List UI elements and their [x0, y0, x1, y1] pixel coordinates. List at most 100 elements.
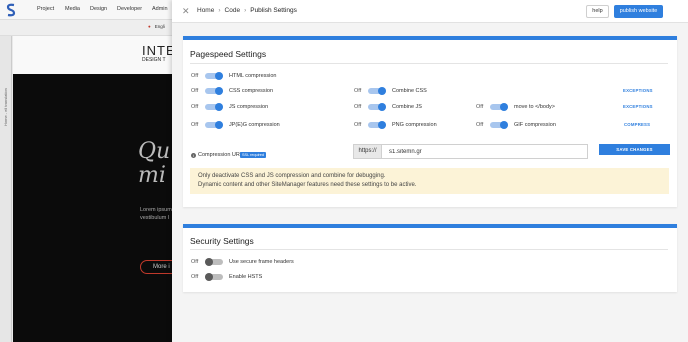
- card-divider: [190, 63, 668, 64]
- info-icon: i: [191, 153, 196, 158]
- pagespeed-title: Pagespeed Settings: [190, 49, 267, 59]
- background-topbar: Project Media Design Developer Admin: [0, 0, 172, 20]
- background-subbar: [0, 20, 172, 36]
- compression-url-input[interactable]: [382, 144, 588, 159]
- setting-png-compression: Off PNG compression: [354, 120, 437, 129]
- background-nav-media[interactable]: Media: [65, 6, 80, 12]
- breadcrumb-code[interactable]: Code: [225, 7, 241, 14]
- background-hero-title: INTE: [142, 43, 176, 58]
- background-vertical-bar: Home - ell translation: [0, 36, 12, 342]
- background-hero-script-line1: Qu: [138, 139, 171, 164]
- move-to-body-toggle[interactable]: [490, 102, 508, 111]
- background-hero-text-line2: vestibulum l: [140, 215, 170, 221]
- css-compression-toggle[interactable]: [205, 86, 223, 95]
- off-label: Off: [476, 103, 484, 110]
- combine-js-toggle[interactable]: [368, 102, 386, 111]
- ssl-required-badge: SSL required: [240, 151, 267, 158]
- publish-website-button[interactable]: publish website: [614, 5, 663, 18]
- html-compression-toggle[interactable]: [205, 71, 223, 80]
- gif-compression-toggle[interactable]: [490, 120, 508, 129]
- compress-link[interactable]: COMPRESS: [624, 122, 650, 127]
- setting-label: JP(E)G compression: [229, 121, 280, 128]
- setting-label: GIF compression: [514, 121, 556, 128]
- url-prefix: https://: [353, 144, 382, 159]
- background-hero-text-line1: Lorem ipsum: [140, 207, 172, 213]
- breadcrumb: Home › Code › Publish Settings: [197, 7, 297, 14]
- toggle-knob: [215, 71, 223, 80]
- off-label: Off: [191, 87, 199, 94]
- save-changes-button[interactable]: SAVE CHANGES: [599, 144, 670, 155]
- toggle-knob: [500, 102, 508, 111]
- background-nav-admin[interactable]: Admin: [152, 6, 168, 12]
- background-nav-design[interactable]: Design: [90, 6, 107, 12]
- background-language-label: Engli: [154, 24, 165, 29]
- js-compression-toggle[interactable]: [205, 102, 223, 111]
- panel-header: ✕ Home › Code › Publish Settings help pu…: [172, 0, 688, 23]
- off-label: Off: [191, 121, 199, 128]
- setting-label: Combine JS: [392, 103, 422, 110]
- setting-css-compression: Off CSS compression: [191, 86, 273, 95]
- background-nav-developer[interactable]: Developer: [117, 6, 142, 12]
- background-nav-project[interactable]: Project: [37, 6, 54, 12]
- toggle-knob: [378, 120, 386, 129]
- setting-label: CSS compression: [229, 87, 274, 94]
- off-label: Off: [191, 103, 199, 110]
- toggle-knob: [205, 257, 213, 266]
- setting-label: move to </body>: [514, 103, 555, 110]
- setting-label: Use secure frame headers: [229, 258, 294, 265]
- off-label: Off: [191, 72, 199, 79]
- background-hero-text: Lorem ipsum vestibulum l: [140, 206, 172, 222]
- breadcrumb-home[interactable]: Home: [197, 7, 214, 14]
- toggle-knob: [215, 102, 223, 111]
- off-label: Off: [354, 87, 362, 94]
- off-label: Off: [476, 121, 484, 128]
- flag-icon: ●: [148, 24, 151, 29]
- background-hero-script-line2: mi: [138, 163, 166, 188]
- toggle-knob: [500, 120, 508, 129]
- setting-label: HTML compression: [229, 72, 277, 79]
- setting-combine-js: Off Combine JS: [354, 102, 422, 111]
- setting-label: JS compression: [229, 103, 269, 110]
- background-hero-subtitle: DESIGN T: [142, 57, 166, 63]
- chevron-right-icon: ›: [218, 7, 221, 14]
- chevron-right-icon: ›: [244, 7, 247, 14]
- toggle-knob: [215, 120, 223, 129]
- toggle-knob: [378, 86, 386, 95]
- png-compression-toggle[interactable]: [368, 120, 386, 129]
- sitemanager-logo-icon: [6, 3, 16, 17]
- notice-line-1: Only deactivate CSS and JS compression a…: [198, 173, 386, 179]
- setting-enable-hsts: Off Enable HSTS: [191, 272, 262, 281]
- jpeg-compression-toggle[interactable]: [205, 120, 223, 129]
- background-language[interactable]: ● Engli: [148, 24, 165, 29]
- breadcrumb-publish-settings: Publish Settings: [250, 7, 297, 14]
- off-label: Off: [354, 121, 362, 128]
- debug-notice: Only deactivate CSS and JS compression a…: [190, 168, 669, 194]
- js-exceptions-link[interactable]: EXCEPTIONS: [623, 104, 653, 109]
- publish-settings-panel: ✕ Home › Code › Publish Settings help pu…: [172, 0, 688, 342]
- hsts-toggle[interactable]: [205, 272, 223, 281]
- compression-url-label: Compression URL: [198, 152, 243, 158]
- secure-frame-headers-toggle[interactable]: [205, 257, 223, 266]
- css-exceptions-link[interactable]: EXCEPTIONS: [623, 88, 653, 93]
- setting-jpeg-compression: Off JP(E)G compression: [191, 120, 280, 129]
- notice-line-2: Dynamic content and other SiteManager fe…: [198, 182, 417, 188]
- pagespeed-settings-card: Pagespeed Settings Off HTML compression …: [183, 36, 677, 207]
- off-label: Off: [354, 103, 362, 110]
- help-button[interactable]: help: [586, 5, 609, 18]
- setting-label: PNG compression: [392, 121, 437, 128]
- background-hero-script: Qu mi: [138, 140, 170, 188]
- toggle-knob: [215, 86, 223, 95]
- background-vertical-text: Home - ell translation: [3, 88, 8, 126]
- setting-combine-css: Off Combine CSS: [354, 86, 427, 95]
- toggle-knob: [205, 272, 213, 281]
- combine-css-toggle[interactable]: [368, 86, 386, 95]
- close-icon[interactable]: ✕: [182, 6, 190, 16]
- background-app: Project Media Design Developer Admin ● En…: [0, 0, 180, 342]
- setting-label: Combine CSS: [392, 87, 427, 94]
- security-title: Security Settings: [190, 236, 254, 246]
- setting-move-to-body: Off move to </body>: [476, 102, 555, 111]
- toggle-knob: [378, 102, 386, 111]
- setting-html-compression: Off HTML compression: [191, 71, 276, 80]
- off-label: Off: [191, 258, 199, 265]
- off-label: Off: [191, 273, 199, 280]
